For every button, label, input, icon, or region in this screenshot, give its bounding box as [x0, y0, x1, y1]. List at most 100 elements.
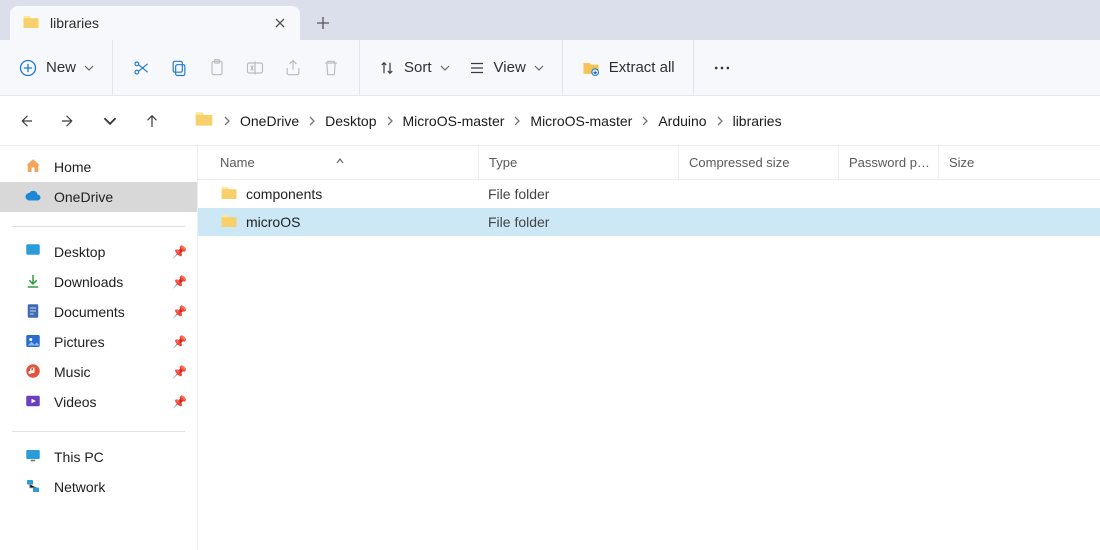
delete-button[interactable] [321, 50, 341, 86]
breadcrumb[interactable]: OneDrive Desktop MicroOS-master MicroOS-… [182, 109, 1082, 132]
sidebar-item-downloads[interactable]: Downloads 📌 [0, 267, 197, 297]
sidebar-item-music[interactable]: Music 📌 [0, 357, 197, 387]
scissors-icon [131, 58, 151, 78]
sidebar-item-label: Videos [54, 394, 160, 410]
rename-button[interactable] [245, 50, 265, 86]
more-button[interactable] [712, 50, 732, 86]
chevron-down-icon [84, 60, 94, 76]
breadcrumb-segment[interactable]: Desktop [325, 113, 376, 129]
file-name: microOS [246, 214, 300, 230]
sidebar-item-videos[interactable]: Videos 📌 [0, 387, 197, 417]
file-type: File folder [478, 214, 678, 230]
sidebar-item-label: Pictures [54, 334, 160, 350]
breadcrumb-segment[interactable]: Arduino [658, 113, 706, 129]
column-header-compressed-size[interactable]: Compressed size [678, 146, 838, 179]
sidebar-item-label: Home [54, 159, 187, 175]
column-header-password[interactable]: Password p… [838, 146, 938, 179]
chevron-right-icon[interactable] [307, 113, 317, 129]
nav-strip: OneDrive Desktop MicroOS-master MicroOS-… [0, 96, 1100, 146]
table-row[interactable]: microOS File folder [198, 208, 1100, 236]
download-icon [24, 272, 42, 293]
column-header-name[interactable]: Name [198, 155, 478, 170]
column-label: Type [489, 155, 517, 170]
share-icon [283, 58, 303, 78]
close-icon[interactable] [272, 15, 288, 31]
sort-icon [378, 59, 396, 77]
sidebar-item-home[interactable]: Home [0, 152, 197, 182]
sidebar-divider [12, 431, 185, 432]
chevron-right-icon[interactable] [385, 113, 395, 129]
folder-icon [220, 184, 238, 205]
sidebar-item-thispc[interactable]: This PC [0, 442, 197, 472]
sidebar-item-pictures[interactable]: Pictures 📌 [0, 327, 197, 357]
desktop-icon [24, 242, 42, 263]
sort-indicator-icon [335, 156, 345, 169]
pin-icon: 📌 [172, 365, 187, 379]
paste-icon [207, 58, 227, 78]
extract-label: Extract all [609, 59, 675, 76]
column-header-type[interactable]: Type [478, 146, 678, 179]
sort-button[interactable]: Sort [378, 50, 450, 86]
sidebar-item-network[interactable]: Network [0, 472, 197, 502]
new-label: New [46, 59, 76, 76]
column-label: Compressed size [689, 155, 789, 170]
sidebar-item-label: Network [54, 479, 187, 495]
view-label: View [494, 59, 526, 76]
sidebar-item-label: Downloads [54, 274, 160, 290]
chevron-right-icon[interactable] [222, 113, 232, 129]
sidebar: Home OneDrive Desktop 📌 Downloads 📌 Docu… [0, 146, 198, 550]
share-button[interactable] [283, 50, 303, 86]
sidebar-item-desktop[interactable]: Desktop 📌 [0, 237, 197, 267]
folder-icon [22, 13, 40, 34]
sort-label: Sort [404, 59, 432, 76]
pin-icon: 📌 [172, 305, 187, 319]
chevron-right-icon[interactable] [715, 113, 725, 129]
tab-libraries[interactable]: libraries [10, 6, 300, 40]
column-label: Size [949, 155, 974, 170]
recent-locations-button[interactable] [98, 109, 122, 133]
sidebar-item-documents[interactable]: Documents 📌 [0, 297, 197, 327]
breadcrumb-segment[interactable]: libraries [733, 113, 782, 129]
videos-icon [24, 392, 42, 413]
tab-strip: libraries [0, 0, 1100, 40]
breadcrumb-segment[interactable]: MicroOS-master [530, 113, 632, 129]
tab-title: libraries [50, 15, 262, 31]
monitor-icon [24, 447, 42, 468]
view-button[interactable]: View [468, 50, 544, 86]
file-type: File folder [478, 186, 678, 202]
up-button[interactable] [140, 109, 164, 133]
forward-button[interactable] [56, 109, 80, 133]
breadcrumb-segment[interactable]: MicroOS-master [403, 113, 505, 129]
sidebar-item-label: Documents [54, 304, 160, 320]
new-tab-button[interactable] [306, 6, 340, 40]
column-header-size[interactable]: Size [938, 146, 1100, 179]
view-icon [468, 59, 486, 77]
trash-icon [321, 58, 341, 78]
chevron-right-icon[interactable] [512, 113, 522, 129]
table-row[interactable]: components File folder [198, 180, 1100, 208]
cut-button[interactable] [131, 50, 151, 86]
folder-icon [194, 109, 214, 132]
chevron-down-icon [534, 60, 544, 76]
cloud-icon [24, 187, 42, 208]
breadcrumb-segment[interactable]: OneDrive [240, 113, 299, 129]
chevron-right-icon[interactable] [640, 113, 650, 129]
column-header-row: Name Type Compressed size Password p… Si… [198, 146, 1100, 180]
copy-icon [169, 58, 189, 78]
network-icon [24, 477, 42, 498]
rename-icon [245, 58, 265, 78]
pin-icon: 📌 [172, 395, 187, 409]
sidebar-item-label: This PC [54, 449, 187, 465]
copy-button[interactable] [169, 50, 189, 86]
sidebar-item-label: Desktop [54, 244, 160, 260]
pictures-icon [24, 332, 42, 353]
extract-all-button[interactable]: Extract all [581, 50, 675, 86]
paste-button[interactable] [207, 50, 227, 86]
file-name: components [246, 186, 322, 202]
file-list: Name Type Compressed size Password p… Si… [198, 146, 1100, 550]
back-button[interactable] [14, 109, 38, 133]
pin-icon: 📌 [172, 275, 187, 289]
document-icon [24, 302, 42, 323]
new-button[interactable]: New [18, 50, 94, 86]
sidebar-item-onedrive[interactable]: OneDrive [0, 182, 197, 212]
